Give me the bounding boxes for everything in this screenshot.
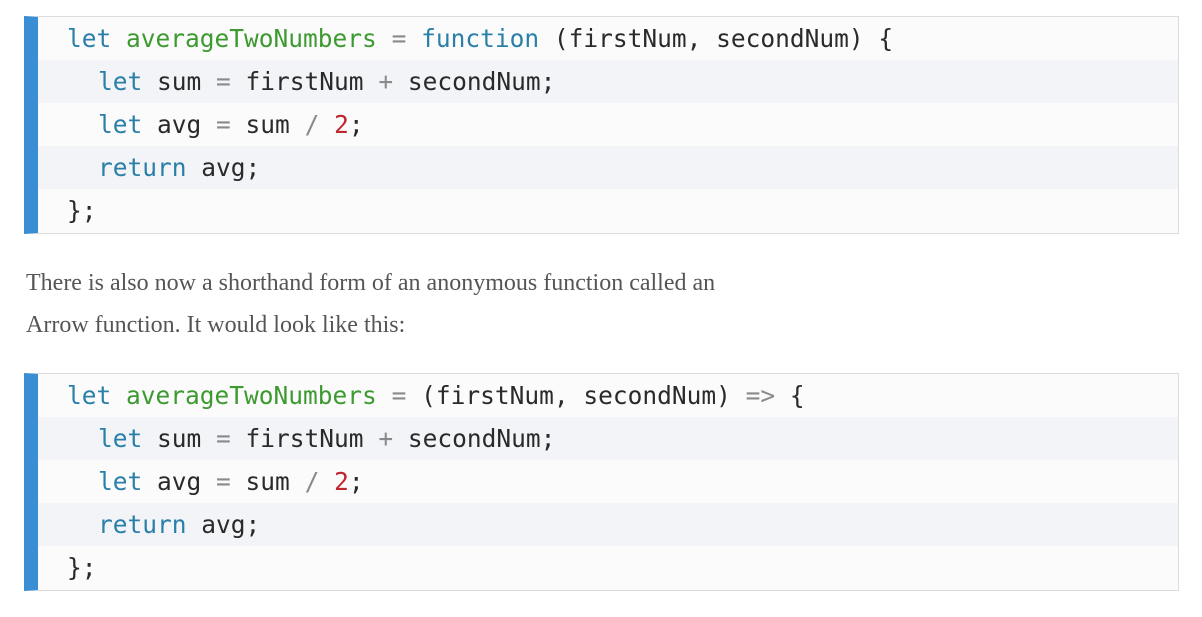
code-token: let <box>98 424 143 453</box>
code-token: { <box>775 381 805 410</box>
code-block-function-expression: let averageTwoNumbers = function (firstN… <box>24 16 1179 234</box>
code-token: ; <box>348 110 364 139</box>
code-token: ; <box>348 467 364 496</box>
code-token: let <box>67 24 112 53</box>
code-line: return avg; <box>38 503 1178 546</box>
code-token: avg; <box>186 510 261 539</box>
code-line: return avg; <box>38 146 1178 189</box>
code-token: }; <box>67 553 97 582</box>
code-line: let averageTwoNumbers = function (firstN… <box>38 17 1178 60</box>
code-token: = <box>391 24 407 53</box>
code-token: sum <box>142 424 217 453</box>
code-line: }; <box>38 546 1178 589</box>
code-token: firstNum <box>230 67 379 96</box>
prose-paragraph: There is also now a shorthand form of an… <box>26 262 926 346</box>
code-token: (firstNum, secondNum) { <box>539 24 894 53</box>
code-token: return <box>98 510 187 539</box>
code-line: let avg = sum / 2; <box>38 460 1178 503</box>
code-token: => <box>745 381 776 410</box>
code-token: + <box>378 67 394 96</box>
code-line: let avg = sum / 2; <box>38 103 1178 146</box>
code-token: let <box>67 381 112 410</box>
code-token: secondNum; <box>393 424 556 453</box>
code-block-arrow-function: let averageTwoNumbers = (firstNum, secon… <box>24 373 1179 591</box>
code-token: secondNum; <box>393 67 556 96</box>
code-token: = <box>216 110 231 139</box>
code-token: }; <box>67 196 97 225</box>
code-token: = <box>216 424 231 453</box>
code-token: averageTwoNumbers <box>126 381 377 410</box>
code-token: sum <box>230 110 305 139</box>
code-token: 2 <box>334 467 349 496</box>
code-token: let <box>98 467 143 496</box>
code-token: (firstNum, secondNum) <box>406 381 746 410</box>
code-token: averageTwoNumbers <box>126 24 377 53</box>
code-token: / <box>304 467 320 496</box>
code-token: function <box>421 24 540 53</box>
code-token: return <box>98 153 187 182</box>
code-token: sum <box>230 467 305 496</box>
code-token: let <box>98 67 143 96</box>
code-token: = <box>216 467 231 496</box>
code-token: 2 <box>334 110 349 139</box>
code-line: let sum = firstNum + secondNum; <box>38 417 1178 460</box>
code-token: avg <box>142 467 217 496</box>
code-token: + <box>378 424 394 453</box>
prose-line-2: Arrow function. It would look like this: <box>26 312 406 338</box>
code-token: = <box>391 381 407 410</box>
code-line: }; <box>38 189 1178 232</box>
prose-line-1: There is also now a shorthand form of an… <box>26 270 716 296</box>
code-line: let sum = firstNum + secondNum; <box>38 60 1178 103</box>
code-token: = <box>216 67 231 96</box>
code-token: sum <box>142 67 217 96</box>
code-token: avg <box>142 110 217 139</box>
code-token: avg; <box>186 153 261 182</box>
code-token: let <box>98 110 143 139</box>
code-token: firstNum <box>230 424 379 453</box>
code-line: let averageTwoNumbers = (firstNum, secon… <box>38 374 1178 417</box>
code-token: / <box>304 110 320 139</box>
